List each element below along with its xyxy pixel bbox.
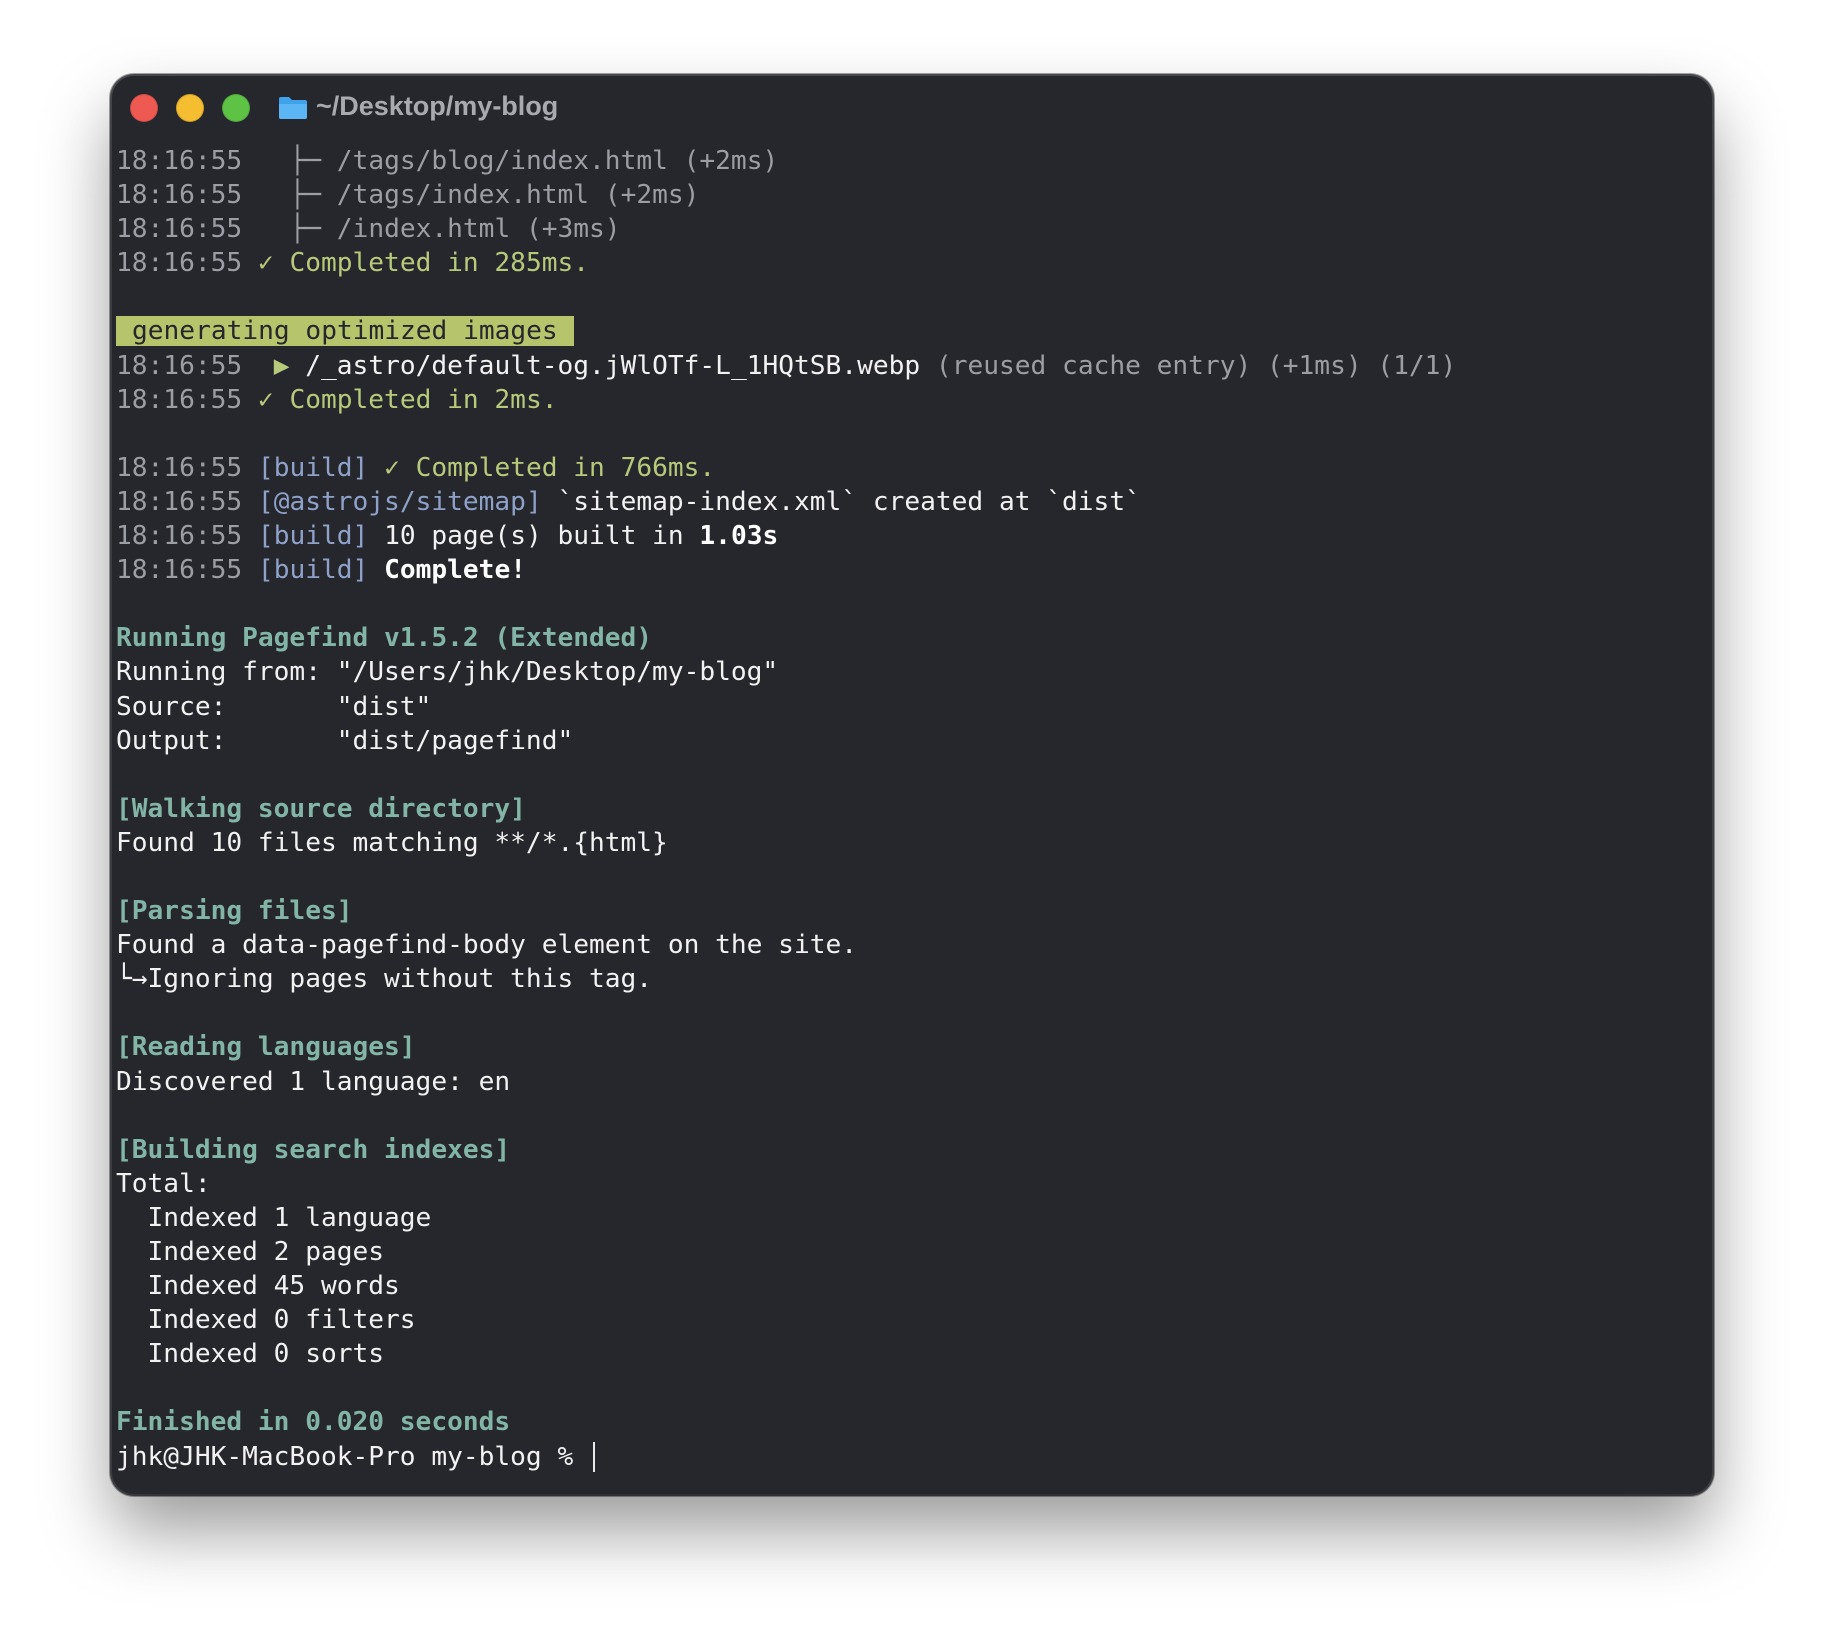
finished-line: Finished in 0.020 seconds (116, 1407, 511, 1438)
reading-result: Discovered 1 language: en (116, 1066, 511, 1097)
total-line: Indexed 1 language (116, 1202, 432, 1233)
pages-completed-line: 18:16:55 ✓ Completed in 285ms. (116, 248, 590, 279)
total-line: Indexed 0 sorts (116, 1339, 385, 1370)
close-button[interactable] (130, 94, 158, 122)
parsing-header: [Parsing files] (116, 896, 353, 927)
pages-built-line: 18:16:55 [build] 10 page(s) built in 1.0… (116, 521, 779, 552)
folder-icon (279, 97, 307, 119)
build-completed-line: 18:16:55 [build] ✓ Completed in 766ms. (116, 452, 716, 483)
walking-header: [Walking source directory] (116, 793, 526, 824)
route-line: 18:16:55 ├─ /tags/index.html (+2ms) (116, 180, 700, 211)
total-line: Indexed 2 pages (116, 1237, 385, 1267)
play-icon: ▶ (273, 350, 290, 381)
route-line: 18:16:55 ├─ /index.html (+3ms) (116, 214, 621, 245)
total-line: Indexed 45 words (116, 1271, 400, 1302)
image-line: 18:16:55 ▶ /_astro/default-og.jWlOTf-L_1… (116, 350, 1457, 381)
terminal-output[interactable]: 18:16:55 ├─ /tags/blog/index.html (+2ms)… (116, 144, 1712, 1494)
total-label: Total: (116, 1168, 211, 1199)
images-section-header: generating optimized images (116, 314, 1712, 348)
source-line: Source: "dist" (116, 691, 432, 722)
build-complete-line: 18:16:55 [build] Complete! (116, 555, 526, 586)
pagefind-header: Running Pagefind v1.5.2 (Extended) (116, 623, 653, 654)
route-line: 18:16:55 ├─ /tags/blog/index.html (+2ms) (116, 146, 779, 176)
shell-prompt: jhk@JHK-MacBook-Pro my-blog % (116, 1441, 589, 1472)
running-from-line: Running from: "/Users/jhk/Desktop/my-blo… (116, 657, 779, 688)
text-cursor (593, 1442, 595, 1473)
zoom-button[interactable] (222, 94, 250, 122)
building-header: [Building search indexes] (116, 1134, 511, 1165)
window-title: ~/Desktop/my-blog (316, 91, 559, 121)
walking-result: Found 10 files matching **/*.{html} (116, 827, 668, 858)
images-completed-line: 18:16:55 ✓ Completed in 2ms. (116, 384, 558, 415)
output-line: Output: "dist/pagefind" (116, 725, 574, 756)
terminal-window: ~/Desktop/my-blog 18:16:55 ├─ /tags/blog… (112, 76, 1712, 1494)
parsing-result: Found a data-pagefind-body element on th… (116, 930, 858, 961)
reading-header: [Reading languages] (116, 1032, 416, 1063)
title-bar[interactable]: ~/Desktop/my-blog (112, 76, 1712, 144)
total-line: Indexed 0 filters (116, 1305, 416, 1336)
prompt-line[interactable]: jhk@JHK-MacBook-Pro my-blog % (116, 1440, 1712, 1474)
sitemap-line: 18:16:55 [@astrojs/sitemap] `sitemap-ind… (116, 486, 1141, 517)
minimize-button[interactable] (176, 94, 204, 122)
parsing-result: └→Ignoring pages without this tag. (116, 964, 653, 995)
